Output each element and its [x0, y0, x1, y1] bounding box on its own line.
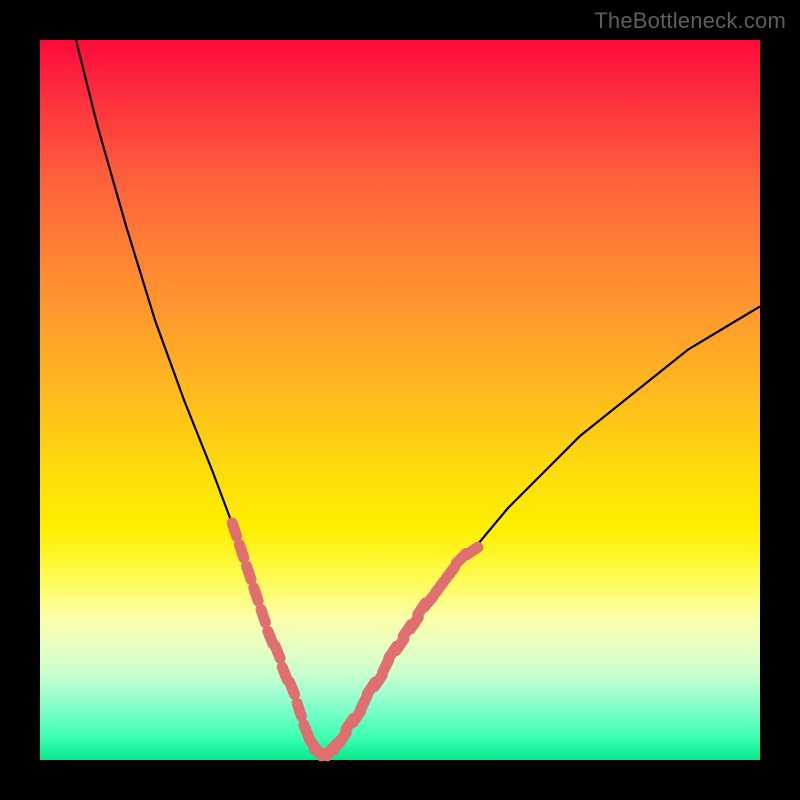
bottleneck-curve	[76, 40, 760, 753]
curve-marker	[261, 609, 265, 622]
marker-group	[232, 523, 478, 756]
plot-area	[40, 40, 760, 760]
curve-marker	[297, 703, 301, 716]
curve-marker	[289, 682, 294, 695]
curve-marker	[435, 582, 443, 593]
curve-svg	[40, 40, 760, 760]
curve-marker	[424, 596, 433, 607]
watermark-text: TheBottleneck.com	[594, 8, 786, 34]
curve-marker	[254, 588, 258, 601]
curve-marker	[466, 547, 478, 555]
curve-marker	[239, 545, 243, 558]
curve-marker	[247, 566, 251, 579]
curve-marker	[446, 567, 454, 578]
curve-marker	[275, 646, 280, 659]
curve-marker	[232, 523, 236, 536]
chart-frame: TheBottleneck.com	[0, 0, 800, 800]
